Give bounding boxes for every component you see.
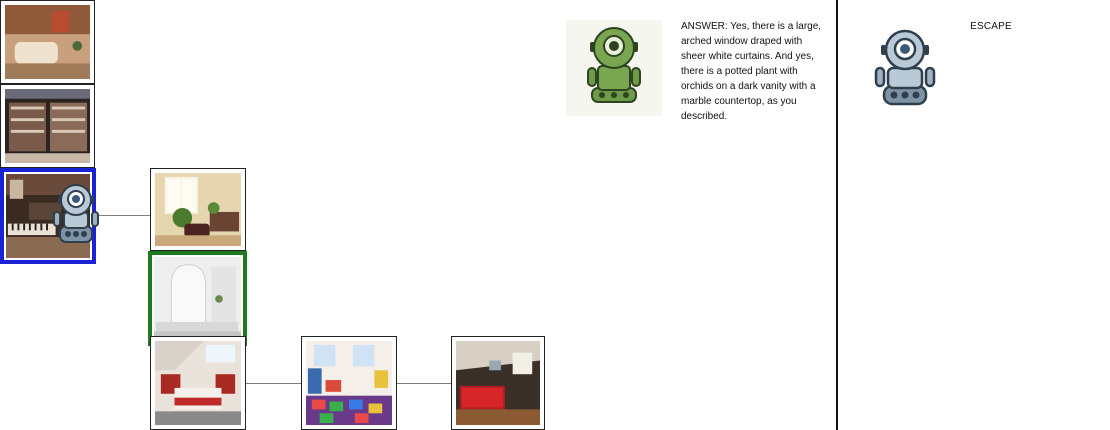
- map-edge: [96, 215, 150, 216]
- panel-divider: [836, 0, 838, 430]
- room-node-office[interactable]: [150, 168, 246, 251]
- room-node-bathroom-target[interactable]: [148, 251, 247, 346]
- room-node-playroom[interactable]: [301, 336, 397, 430]
- map-edge: [246, 383, 301, 384]
- room-node-gameroom[interactable]: [451, 336, 545, 430]
- green-robot-avatar: [566, 20, 662, 116]
- escape-button[interactable]: ESCAPE: [958, 21, 1024, 32]
- answer-text: ANSWER: Yes, there is a large, arched wi…: [681, 21, 822, 122]
- agent-robot-icon: [50, 182, 102, 248]
- room-map: [0, 0, 560, 430]
- room-node-bedroom[interactable]: [150, 336, 246, 430]
- room-node-lobby[interactable]: [0, 0, 95, 84]
- agent-robot-large-icon: [870, 28, 940, 110]
- map-edge: [396, 383, 451, 384]
- room-node-shop[interactable]: [0, 84, 95, 168]
